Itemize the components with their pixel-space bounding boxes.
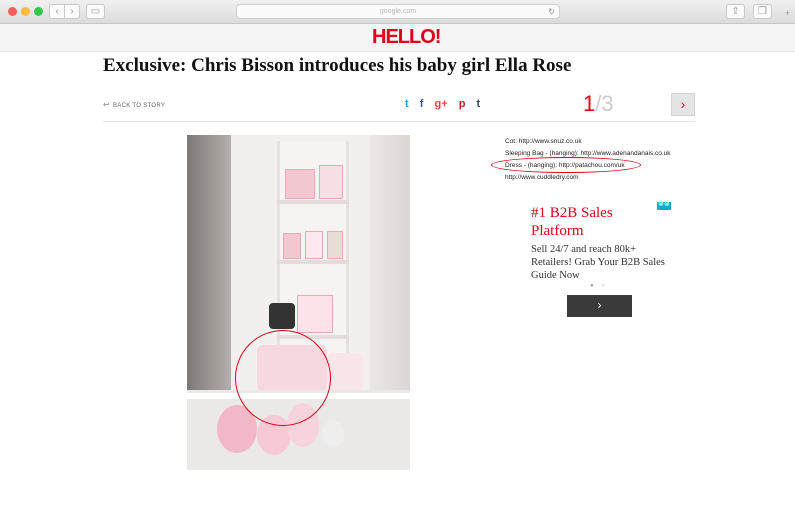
reload-icon[interactable]: ↻ <box>548 5 555 18</box>
pinterest-icon[interactable]: p <box>459 98 466 110</box>
site-header: HELLO! <box>0 24 795 52</box>
tabs-icon: ❐ <box>758 6 767 17</box>
photo-shelf <box>277 200 349 204</box>
address-bar[interactable]: google.com ↻ <box>236 4 560 19</box>
ad-title[interactable]: #1 B2B Sales Platform <box>531 204 651 240</box>
photo-frame <box>285 169 315 199</box>
ad-cta-button[interactable]: › <box>567 295 632 317</box>
photo-shelf <box>277 260 349 264</box>
twitter-icon[interactable]: t <box>405 98 409 110</box>
tumblr-icon[interactable]: t <box>476 98 480 110</box>
ad-body[interactable]: Sell 24/7 and reach 80k+ Retailers! Grab… <box>531 243 671 282</box>
highlight-circle <box>235 330 331 426</box>
reply-arrow-icon: ↩ <box>103 100 111 109</box>
browser-toolbar: ‹ › ▭ google.com ↻ ⇪ ❐ + <box>0 0 795 24</box>
photo-toy <box>322 420 344 448</box>
social-share-bar: t f g+ p t <box>405 98 488 110</box>
forward-button[interactable]: › <box>64 4 80 19</box>
pager-current: 1 <box>583 91 596 116</box>
adchoices-icon[interactable] <box>657 200 671 210</box>
hello-logo[interactable]: HELLO! <box>372 26 441 49</box>
minimize-window-button[interactable] <box>21 7 30 16</box>
pager-total: 3 <box>601 91 614 116</box>
address-text: google.com <box>379 8 417 15</box>
photo-mobile-toy <box>269 303 295 329</box>
article-headline: Exclusive: Chris Bisson introduces his b… <box>103 55 572 76</box>
zoom-window-button[interactable] <box>34 7 43 16</box>
new-tab-button[interactable]: + <box>785 8 790 18</box>
back-button[interactable]: ‹ <box>49 4 65 19</box>
sidebar-icon: ▭ <box>90 6 101 17</box>
facebook-icon[interactable]: f <box>420 98 424 110</box>
next-slide-button[interactable]: › <box>671 93 695 116</box>
back-to-story-link[interactable]: ↩ BACK TO STORY <box>103 100 165 109</box>
photo-sleeping-bag <box>327 353 363 393</box>
photo-box <box>283 233 301 259</box>
credit-line[interactable]: http://www.cuddledry.com <box>505 172 671 184</box>
back-to-story-label: BACK TO STORY <box>113 103 166 109</box>
photo-box <box>305 231 323 259</box>
gallery-photo[interactable] <box>187 135 410 470</box>
close-window-button[interactable] <box>8 7 17 16</box>
chevron-right-icon: › <box>597 298 602 312</box>
chevron-right-icon: › <box>680 96 686 112</box>
photo-basket <box>327 231 343 259</box>
googleplus-icon[interactable]: g+ <box>434 98 447 110</box>
sidebar-toggle-button[interactable]: ▭ <box>86 4 105 19</box>
share-button[interactable]: ⇪ <box>726 4 745 19</box>
credit-line[interactable]: Cot: http://www.snuz.co.uk <box>505 136 671 148</box>
photo-box <box>297 295 333 333</box>
gallery-pager: 1/3 <box>583 91 614 117</box>
highlight-ellipse <box>491 157 641 173</box>
show-tabs-button[interactable]: ❐ <box>753 4 772 19</box>
photo-book <box>319 165 343 199</box>
chevron-right-icon: › <box>70 6 74 17</box>
chevron-left-icon: ‹ <box>55 6 59 17</box>
divider <box>103 121 695 122</box>
ad-carousel-dots[interactable]: ● ○ <box>590 283 608 289</box>
share-icon: ⇪ <box>731 6 740 17</box>
